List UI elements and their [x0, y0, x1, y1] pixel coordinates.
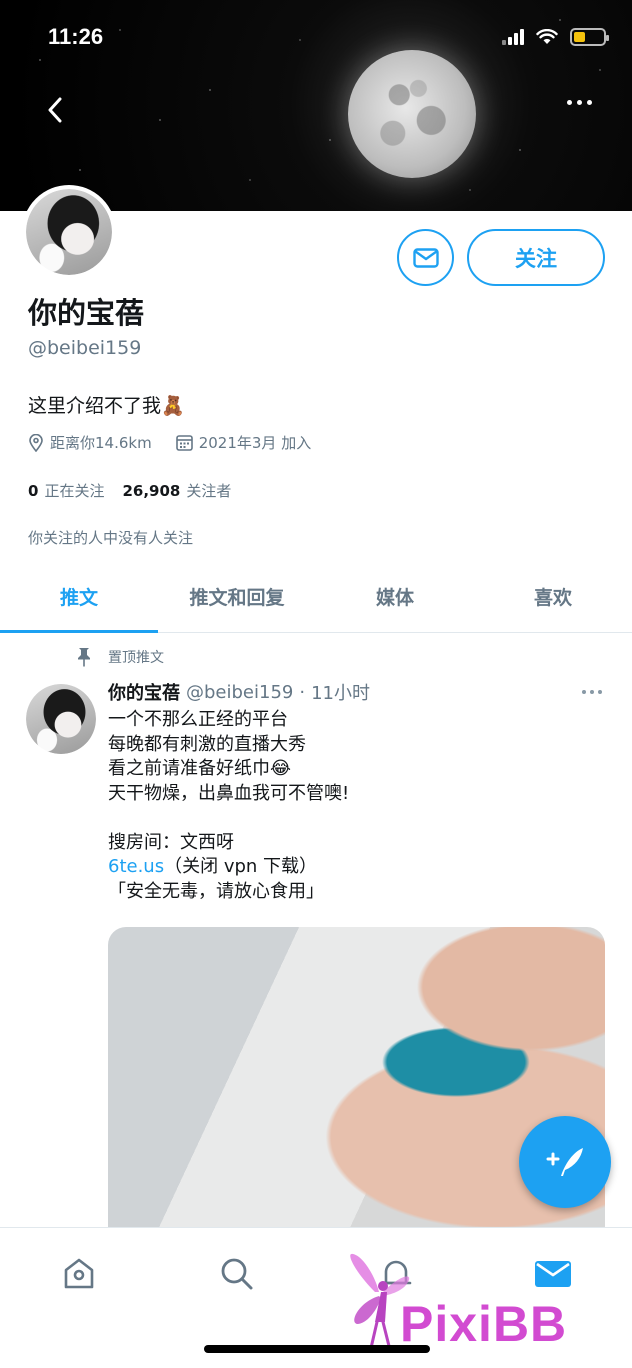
nav-home[interactable]	[59, 1254, 99, 1294]
mail-icon	[535, 1261, 571, 1287]
compose-icon	[546, 1148, 583, 1176]
followers-link[interactable]: 26,908 关注者	[122, 480, 231, 501]
tab-tweets[interactable]: 推文	[0, 560, 158, 633]
profile-tabs: 推文 推文和回复 媒体 喜欢	[0, 560, 632, 633]
wifi-icon	[536, 29, 558, 44]
status-time: 11:26	[48, 24, 104, 49]
banner-moon	[348, 50, 476, 178]
tweet-author-name[interactable]: 你的宝蓓	[108, 679, 180, 705]
tab-tweets-replies[interactable]: 推文和回复	[158, 560, 316, 632]
nav-messages[interactable]	[533, 1254, 573, 1294]
pinned-label: 置顶推文	[76, 647, 164, 667]
home-indicator[interactable]	[204, 1345, 430, 1353]
joined-text: 2021年3月 加入	[198, 434, 312, 452]
tab-likes[interactable]: 喜欢	[474, 560, 632, 632]
status-icons	[502, 28, 609, 46]
message-button[interactable]	[397, 229, 454, 286]
profile-handle: @beibei159	[28, 337, 142, 359]
tweet-avatar[interactable]	[26, 684, 96, 754]
home-icon	[64, 1258, 94, 1289]
back-icon	[48, 97, 62, 123]
profile-meta: 距离你14.6km 2021年3月 加入	[28, 432, 335, 453]
more-icon[interactable]	[567, 100, 592, 105]
profile-avatar[interactable]	[22, 185, 116, 279]
tweet-separator: ·	[299, 681, 306, 703]
profile-stats: 0 正在关注 26,908 关注者	[28, 480, 231, 501]
display-name: 你的宝蓓	[28, 296, 145, 330]
signal-icon	[502, 29, 524, 45]
tweet-author-handle: @beibei159	[186, 681, 294, 703]
tweet-link[interactable]: 6te.us	[108, 856, 164, 877]
tweet-more-icon[interactable]	[582, 690, 602, 694]
pin-icon	[78, 648, 90, 667]
joined-item: 2021年3月 加入	[175, 432, 312, 453]
following-link[interactable]: 0 正在关注	[28, 480, 104, 501]
mutual-followers-note: 你关注的人中没有人关注	[28, 529, 194, 547]
profile-bio: 这里介绍不了我🧸	[28, 395, 185, 417]
calendar-icon	[175, 435, 193, 451]
mail-icon	[412, 247, 439, 268]
nav-search[interactable]	[217, 1254, 257, 1294]
follow-button[interactable]: 关注	[467, 229, 605, 286]
tweet-text: 一个不那么正经的平台 每晚都有刺激的直播大秀 看之前请准备好纸巾😂 天干物燥，出…	[108, 709, 350, 902]
location-item: 距离你14.6km	[28, 432, 152, 453]
location-icon	[29, 433, 43, 452]
tweet-time: 11小时	[311, 683, 370, 704]
compose-button[interactable]	[519, 1116, 611, 1208]
search-icon	[221, 1258, 253, 1290]
battery-icon	[570, 28, 609, 46]
tab-media[interactable]: 媒体	[316, 560, 474, 632]
location-text: 距离你14.6km	[50, 434, 152, 452]
tweet-header: 你的宝蓓 @beibei159 · 11小时	[108, 679, 370, 705]
back-button[interactable]	[40, 92, 70, 128]
